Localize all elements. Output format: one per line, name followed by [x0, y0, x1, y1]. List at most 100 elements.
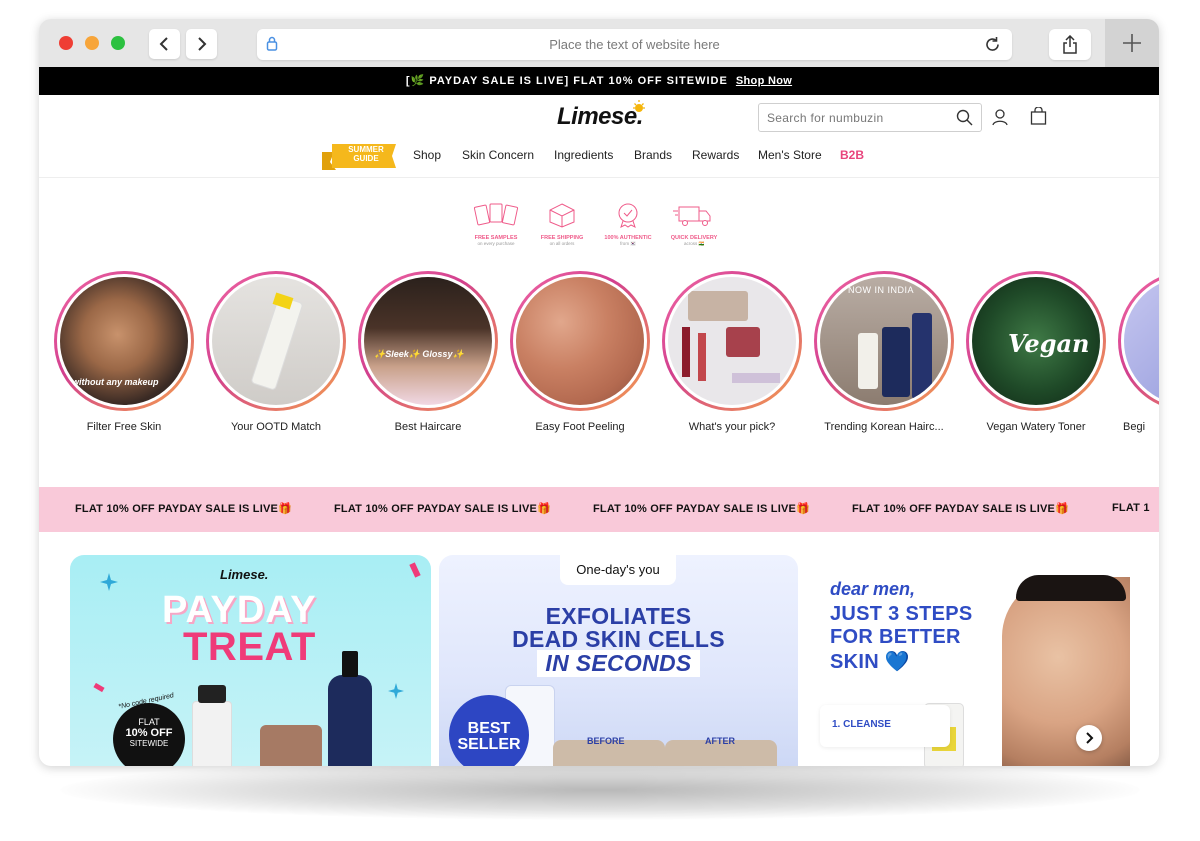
feature-sub: from 🇰🇷	[620, 241, 636, 246]
nav-item-brands[interactable]: Brands	[634, 148, 672, 162]
carousel-next-button[interactable]	[1076, 725, 1102, 751]
back-button[interactable]	[149, 29, 180, 59]
confetti	[93, 682, 105, 693]
story-overlay-text: ✨Sleek✨ Glossy✨	[374, 349, 464, 359]
nav-item-skin-concern[interactable]: Skin Concern	[462, 148, 534, 162]
story-ootd-match[interactable]: Your OOTD Match	[206, 271, 346, 433]
story-caption: Filter Free Skin	[86, 421, 162, 433]
search-input[interactable]: Search for numbuzin	[758, 103, 982, 132]
discount-line-3: SITEWIDE	[129, 739, 169, 748]
story-ring	[1118, 271, 1159, 411]
story-trending-korean-haircare[interactable]: NOW IN INDIA Trending Korean Hairc...	[814, 271, 954, 433]
story-caption: Your OOTD Match	[230, 421, 322, 433]
banner-line-3: SKIN 💙	[830, 651, 911, 673]
story-thumbnail: NOW IN INDIA	[820, 277, 948, 405]
feature-sub: on every purchase	[477, 241, 515, 246]
story-thumbnail: Vegan	[972, 277, 1100, 405]
story-thumbnail: without any makeup	[60, 277, 188, 405]
window-shadow	[60, 760, 1140, 820]
shop-now-link[interactable]: Shop Now	[736, 75, 792, 87]
chevron-right-icon	[1086, 732, 1094, 744]
plus-icon	[1123, 34, 1141, 52]
share-icon	[1063, 35, 1077, 54]
new-tab-button[interactable]	[1105, 19, 1159, 67]
reload-icon[interactable]	[983, 35, 1002, 54]
story-ring: ✨Sleek✨ Glossy✨	[358, 271, 498, 411]
delivery-icon	[673, 206, 711, 226]
sale-marquee: FLAT 10% OFF PAYDAY SALE IS LIVE🎁 FLAT 1…	[39, 487, 1159, 532]
badge-line-1: BEST	[467, 720, 511, 737]
story-vegan-watery-toner[interactable]: Vegan Vegan Watery Toner	[966, 271, 1106, 433]
marquee-text: FLAT 10% OFF PAYDAY SALE IS LIVE🎁	[75, 503, 292, 515]
banner-exfoliates[interactable]: One-day's you EXFOLIATES DEAD SKIN CELLS…	[439, 555, 798, 766]
sparkle-icon	[100, 573, 118, 591]
story-partial[interactable]: Begi	[1118, 271, 1159, 433]
marquee-text: FLAT 1	[1112, 502, 1150, 514]
forward-button[interactable]	[186, 29, 217, 59]
story-ring: without any makeup	[54, 271, 194, 411]
story-caption: Begi	[1123, 421, 1146, 433]
account-icon[interactable]	[992, 109, 1008, 126]
story-overlay-text: Vegan	[1008, 329, 1090, 358]
banner-greeting: dear men,	[830, 579, 916, 599]
site-logo[interactable]: Limese.	[557, 100, 645, 131]
samples-icon	[473, 203, 519, 226]
search-icon[interactable]	[956, 109, 973, 126]
product-jar	[260, 725, 322, 766]
feature-authentic: 100% AUTHENTIC from 🇰🇷	[602, 202, 654, 246]
feature-sub: across 🇮🇳	[683, 241, 705, 246]
banner-dear-men[interactable]: dear men, JUST 3 STEPS FOR BETTER SKIN 💙…	[806, 555, 1130, 766]
nav-item-mens-store[interactable]: Men's Store	[758, 148, 822, 162]
story-overlay-text: without any makeup	[72, 377, 159, 387]
nav-item-rewards[interactable]: Rewards	[692, 148, 739, 162]
step-card: 1. CLEANSE	[820, 705, 950, 747]
address-bar[interactable]: Place the text of website here	[257, 29, 1012, 60]
story-best-haircare[interactable]: ✨Sleek✨ Glossy✨ Best Haircare	[358, 271, 498, 433]
search-placeholder: Search for numbuzin	[767, 111, 884, 125]
feature-sub: on all orders	[549, 241, 575, 246]
banner-line-2: FOR BETTER	[830, 626, 961, 648]
story-thumbnail	[668, 277, 796, 405]
nav-item-ingredients[interactable]: Ingredients	[554, 148, 613, 162]
story-ring: Vegan	[966, 271, 1106, 411]
story-whats-your-pick[interactable]: What's your pick?	[662, 271, 802, 433]
banner-payday-treat[interactable]: Limese. PAYDAY TREAT *No code required F…	[70, 555, 431, 766]
header-divider	[39, 177, 1159, 178]
story-thumbnail: ✨Sleek✨ Glossy✨	[364, 277, 492, 405]
story-ring	[206, 271, 346, 411]
maximize-window-button[interactable]	[111, 36, 125, 50]
story-caption: Easy Foot Peeling	[535, 421, 625, 433]
product-pump-bottle	[328, 675, 372, 766]
discount-badge: FLAT 10% OFF SITEWIDE	[113, 703, 185, 766]
story-caption: What's your pick?	[688, 421, 776, 433]
minimize-window-button[interactable]	[85, 36, 99, 50]
product-cap	[198, 685, 226, 703]
story-easy-foot-peeling[interactable]: Easy Foot Peeling	[510, 271, 650, 433]
confetti	[409, 562, 421, 578]
stage: Place the text of website here [🌿 PAYDAY…	[0, 0, 1200, 841]
story-caption: Best Haircare	[394, 421, 462, 433]
story-ring	[510, 271, 650, 411]
cart-icon[interactable]	[1030, 107, 1047, 125]
address-placeholder: Place the text of website here	[549, 37, 720, 52]
chevron-right-icon	[198, 37, 207, 51]
story-filter-free-skin[interactable]: without any makeup Filter Free Skin	[54, 271, 194, 433]
close-window-button[interactable]	[59, 36, 73, 50]
story-thumbnail	[516, 277, 644, 405]
before-label: BEFORE	[587, 736, 625, 746]
banner-tag: One-day's you	[560, 555, 676, 585]
marquee-text: FLAT 10% OFF PAYDAY SALE IS LIVE🎁	[852, 503, 1069, 515]
share-button[interactable]	[1049, 29, 1091, 60]
main-nav: Shop Skin Concern Ingredients Brands Rew…	[39, 146, 1159, 172]
nav-item-b2b[interactable]: B2B	[840, 148, 864, 162]
model-hair	[1016, 575, 1126, 601]
discount-line-2: 10% OFF	[125, 727, 173, 739]
product-pump	[342, 651, 358, 677]
nav-item-shop[interactable]: Shop	[413, 148, 441, 162]
banner-line-1: JUST 3 STEPS	[830, 603, 973, 625]
sun-icon	[633, 100, 645, 112]
model-photo	[1002, 577, 1130, 766]
feature-free-samples: FREE SAMPLES on every purchase	[470, 202, 522, 246]
story-thumbnail	[1124, 277, 1159, 405]
story-thumbnail	[212, 277, 340, 405]
